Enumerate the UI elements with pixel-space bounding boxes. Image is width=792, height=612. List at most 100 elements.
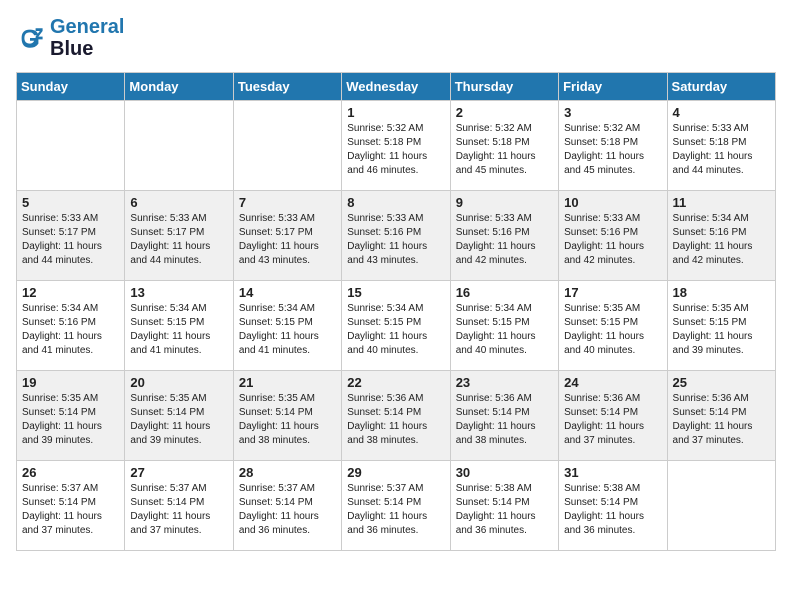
day-number: 22 (347, 375, 444, 390)
calendar-cell: 11 Sunrise: 5:34 AM Sunset: 5:16 PM Dayli… (667, 191, 775, 281)
day-number: 15 (347, 285, 444, 300)
calendar-cell: 5 Sunrise: 5:33 AM Sunset: 5:17 PM Daylig… (17, 191, 125, 281)
day-number: 10 (564, 195, 661, 210)
calendar-cell (17, 101, 125, 191)
weekday-header: Sunday (17, 73, 125, 101)
calendar-cell: 2 Sunrise: 5:32 AM Sunset: 5:18 PM Daylig… (450, 101, 558, 191)
calendar-cell: 19Sunrise: 5:35 AM Sunset: 5:14 PM Dayli… (17, 371, 125, 461)
calendar-cell (233, 101, 341, 191)
calendar-cell: 16Sunrise: 5:34 AM Sunset: 5:15 PM Dayli… (450, 281, 558, 371)
calendar-cell: 20 Sunrise: 5:35 AM Sunset: 5:14 PM Dayli… (125, 371, 233, 461)
day-number: 23 (456, 375, 553, 390)
day-info: Sunrise: 5:37 AM Sunset: 5:14 PM Dayligh… (239, 482, 336, 538)
logo-icon (16, 24, 44, 52)
day-number: 12 (22, 285, 119, 300)
calendar-cell: 6 Sunrise: 5:33 AM Sunset: 5:17 PM Daylig… (125, 191, 233, 281)
day-number: 27 (130, 465, 227, 480)
day-info: Sunrise: 5:33 AM Sunset: 5:16 PM Dayligh… (564, 212, 661, 268)
day-number: 26 (22, 465, 119, 480)
calendar-cell: 18 Sunrise: 5:35 AM Sunset: 5:15 PM Dayli… (667, 281, 775, 371)
calendar-cell: 27 Sunrise: 5:37 AM Sunset: 5:14 PM Dayli… (125, 461, 233, 551)
logo-text: General Blue (50, 16, 124, 60)
day-number: 13 (130, 285, 227, 300)
calendar-cell: 25 Sunrise: 5:36 AM Sunset: 5:14 PM Dayli… (667, 371, 775, 461)
calendar-week-row: 12 Sunrise: 5:34 AM Sunset: 5:16 PM Dayli… (17, 281, 776, 371)
day-number: 3 (564, 105, 661, 120)
day-info: Sunrise: 5:33 AM Sunset: 5:16 PM Dayligh… (456, 212, 553, 268)
day-number: 14 (239, 285, 336, 300)
weekday-header: Thursday (450, 73, 558, 101)
weekday-header: Monday (125, 73, 233, 101)
day-info: Sunrise: 5:33 AM Sunset: 5:16 PM Dayligh… (347, 212, 444, 268)
calendar-header-row: SundayMondayTuesdayWednesdayThursdayFrid… (17, 73, 776, 101)
day-info: Sunrise: 5:35 AM Sunset: 5:14 PM Dayligh… (130, 392, 227, 448)
weekday-header: Saturday (667, 73, 775, 101)
day-number: 4 (673, 105, 770, 120)
calendar-cell: 30Sunrise: 5:38 AM Sunset: 5:14 PM Dayli… (450, 461, 558, 551)
day-info: Sunrise: 5:38 AM Sunset: 5:14 PM Dayligh… (564, 482, 661, 538)
calendar-week-row: 19Sunrise: 5:35 AM Sunset: 5:14 PM Dayli… (17, 371, 776, 461)
calendar-cell: 7Sunrise: 5:33 AM Sunset: 5:17 PM Daylig… (233, 191, 341, 281)
day-info: Sunrise: 5:37 AM Sunset: 5:14 PM Dayligh… (347, 482, 444, 538)
calendar-cell: 9 Sunrise: 5:33 AM Sunset: 5:16 PM Daylig… (450, 191, 558, 281)
day-number: 8 (347, 195, 444, 210)
calendar-cell: 13 Sunrise: 5:34 AM Sunset: 5:15 PM Dayli… (125, 281, 233, 371)
day-info: Sunrise: 5:35 AM Sunset: 5:15 PM Dayligh… (673, 302, 770, 358)
calendar-cell: 12 Sunrise: 5:34 AM Sunset: 5:16 PM Dayli… (17, 281, 125, 371)
day-number: 1 (347, 105, 444, 120)
day-number: 2 (456, 105, 553, 120)
day-info: Sunrise: 5:34 AM Sunset: 5:15 PM Dayligh… (130, 302, 227, 358)
day-info: Sunrise: 5:32 AM Sunset: 5:18 PM Dayligh… (564, 122, 661, 178)
calendar-cell: 22 Sunrise: 5:36 AM Sunset: 5:14 PM Dayli… (342, 371, 450, 461)
calendar-cell (125, 101, 233, 191)
day-info: Sunrise: 5:33 AM Sunset: 5:17 PM Dayligh… (22, 212, 119, 268)
day-number: 24 (564, 375, 661, 390)
day-info: Sunrise: 5:36 AM Sunset: 5:14 PM Dayligh… (564, 392, 661, 448)
day-number: 6 (130, 195, 227, 210)
calendar-cell: 15 Sunrise: 5:34 AM Sunset: 5:15 PM Dayli… (342, 281, 450, 371)
day-number: 31 (564, 465, 661, 480)
day-info: Sunrise: 5:35 AM Sunset: 5:14 PM Dayligh… (22, 392, 119, 448)
weekday-header: Wednesday (342, 73, 450, 101)
calendar-table: SundayMondayTuesdayWednesdayThursdayFrid… (16, 72, 776, 551)
calendar-week-row: 5 Sunrise: 5:33 AM Sunset: 5:17 PM Daylig… (17, 191, 776, 281)
calendar-cell: 23 Sunrise: 5:36 AM Sunset: 5:14 PM Dayli… (450, 371, 558, 461)
day-info: Sunrise: 5:33 AM Sunset: 5:17 PM Dayligh… (130, 212, 227, 268)
calendar-cell: 17 Sunrise: 5:35 AM Sunset: 5:15 PM Dayli… (559, 281, 667, 371)
day-info: Sunrise: 5:34 AM Sunset: 5:16 PM Dayligh… (22, 302, 119, 358)
calendar-cell: 28 Sunrise: 5:37 AM Sunset: 5:14 PM Dayli… (233, 461, 341, 551)
calendar-cell: 4 Sunrise: 5:33 AM Sunset: 5:18 PM Daylig… (667, 101, 775, 191)
calendar-week-row: 1 Sunrise: 5:32 AM Sunset: 5:18 PM Daylig… (17, 101, 776, 191)
day-number: 18 (673, 285, 770, 300)
day-info: Sunrise: 5:36 AM Sunset: 5:14 PM Dayligh… (347, 392, 444, 448)
calendar-cell: 1 Sunrise: 5:32 AM Sunset: 5:18 PM Daylig… (342, 101, 450, 191)
calendar-cell: 3 Sunrise: 5:32 AM Sunset: 5:18 PM Daylig… (559, 101, 667, 191)
day-info: Sunrise: 5:33 AM Sunset: 5:18 PM Dayligh… (673, 122, 770, 178)
day-info: Sunrise: 5:32 AM Sunset: 5:18 PM Dayligh… (456, 122, 553, 178)
day-number: 28 (239, 465, 336, 480)
day-number: 25 (673, 375, 770, 390)
day-info: Sunrise: 5:36 AM Sunset: 5:14 PM Dayligh… (673, 392, 770, 448)
day-info: Sunrise: 5:34 AM Sunset: 5:16 PM Dayligh… (673, 212, 770, 268)
day-info: Sunrise: 5:38 AM Sunset: 5:14 PM Dayligh… (456, 482, 553, 538)
day-info: Sunrise: 5:34 AM Sunset: 5:15 PM Dayligh… (239, 302, 336, 358)
day-info: Sunrise: 5:35 AM Sunset: 5:15 PM Dayligh… (564, 302, 661, 358)
day-number: 17 (564, 285, 661, 300)
day-number: 20 (130, 375, 227, 390)
day-number: 16 (456, 285, 553, 300)
day-info: Sunrise: 5:32 AM Sunset: 5:18 PM Dayligh… (347, 122, 444, 178)
page-header: General Blue (16, 16, 776, 60)
day-info: Sunrise: 5:36 AM Sunset: 5:14 PM Dayligh… (456, 392, 553, 448)
day-number: 5 (22, 195, 119, 210)
weekday-header: Friday (559, 73, 667, 101)
day-info: Sunrise: 5:35 AM Sunset: 5:14 PM Dayligh… (239, 392, 336, 448)
weekday-header: Tuesday (233, 73, 341, 101)
calendar-cell: 29Sunrise: 5:37 AM Sunset: 5:14 PM Dayli… (342, 461, 450, 551)
day-info: Sunrise: 5:34 AM Sunset: 5:15 PM Dayligh… (347, 302, 444, 358)
day-number: 11 (673, 195, 770, 210)
calendar-cell (667, 461, 775, 551)
calendar-cell: 14 Sunrise: 5:34 AM Sunset: 5:15 PM Dayli… (233, 281, 341, 371)
day-number: 9 (456, 195, 553, 210)
day-info: Sunrise: 5:37 AM Sunset: 5:14 PM Dayligh… (130, 482, 227, 538)
calendar-cell: 21Sunrise: 5:35 AM Sunset: 5:14 PM Dayli… (233, 371, 341, 461)
